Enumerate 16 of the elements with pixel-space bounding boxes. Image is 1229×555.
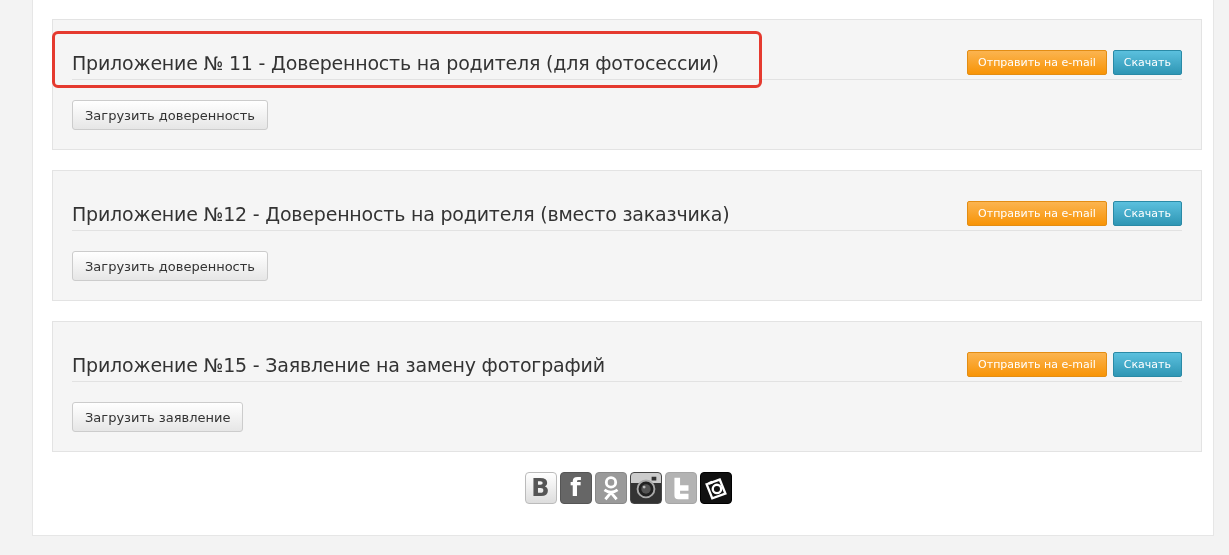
upload-button[interactable]: Загрузить заявление: [72, 402, 244, 432]
document-title: Приложение №15 - Заявление на замену фотографий: [72, 353, 606, 376]
send-email-button[interactable]: Отправить на e-mail: [967, 352, 1107, 377]
document-title: Приложение №12 - Доверенность на родителя (вместо заказчика): [72, 202, 731, 225]
document-title: Приложение № 11 - Доверенность на родителя (для фотосессии): [72, 51, 720, 74]
send-email-button[interactable]: Отправить на e-mail: [967, 50, 1107, 75]
facebook-link[interactable]: f: [559, 472, 592, 504]
download-button[interactable]: Скачать: [1112, 50, 1182, 75]
download-button[interactable]: Скачать: [1112, 201, 1182, 226]
send-email-button[interactable]: Отправить на e-mail: [967, 201, 1107, 226]
instagram-link[interactable]: [629, 472, 662, 504]
vk-link[interactable]: B: [524, 472, 557, 504]
upload-button[interactable]: Загрузить доверенность: [72, 100, 268, 130]
photo-link[interactable]: [699, 472, 732, 504]
upload-button[interactable]: Загрузить доверенность: [72, 251, 268, 281]
download-button[interactable]: Скачать: [1112, 352, 1182, 377]
